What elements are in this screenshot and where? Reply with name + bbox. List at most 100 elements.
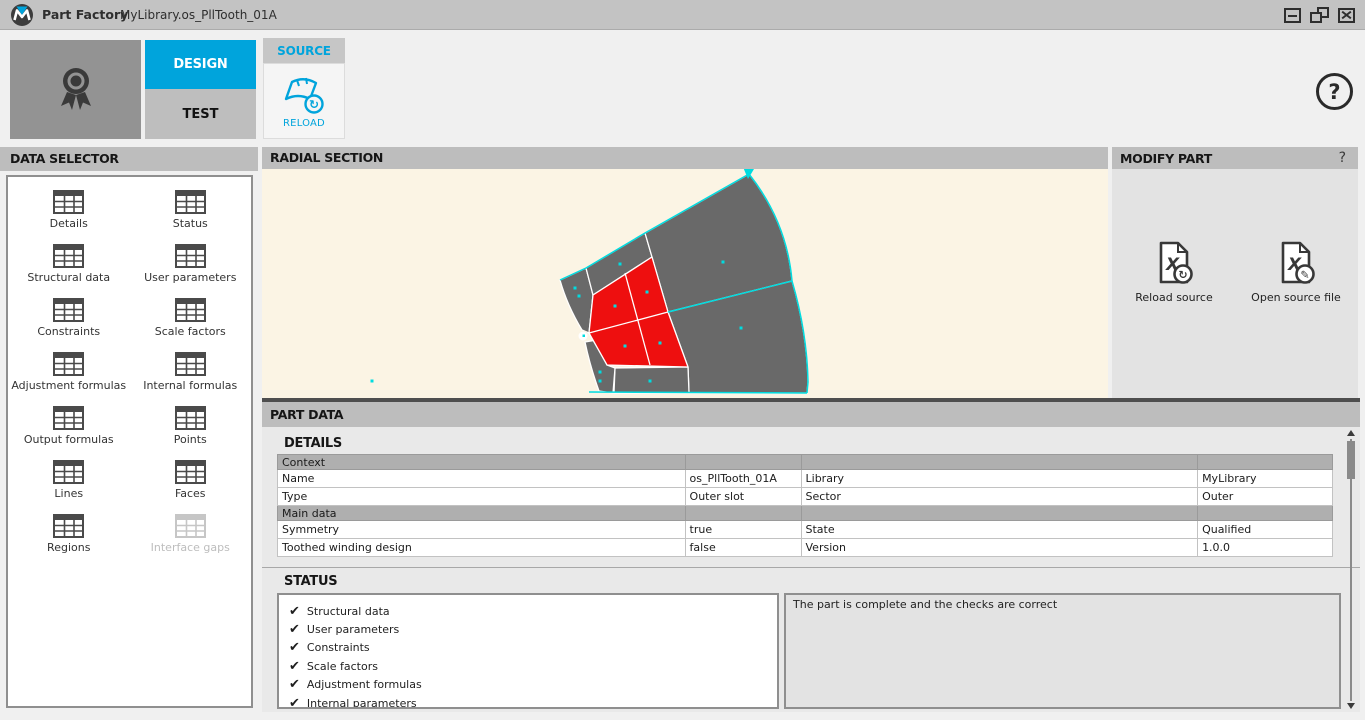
table-group-header: Context (278, 455, 1333, 470)
table-row: SymmetrytrueStateQualified (278, 521, 1333, 539)
table-cell: Outer (1198, 488, 1333, 506)
source-file-icon: X ✎ (1276, 241, 1316, 285)
medal-icon (52, 61, 100, 119)
panel-help-icon[interactable]: ? (1339, 147, 1346, 169)
source-group-title: SOURCE (263, 38, 345, 63)
selector-item-label: User parameters (144, 272, 236, 284)
title-bar: Part Factory MyLibrary.os_PllTooth_01A (0, 0, 1365, 30)
selector-item-label: Status (173, 218, 208, 230)
table-cell: 1.0.0 (1198, 539, 1333, 557)
table-row: Toothed winding designfalseVersion1.0.0 (278, 539, 1333, 557)
radial-section-canvas[interactable] (262, 169, 1108, 398)
check-icon: ✔ (289, 659, 300, 674)
button-label: Open source file (1251, 291, 1341, 304)
modify-part-panel: X ↻Reload source X ✎ Open source file (1112, 169, 1358, 398)
table-cell: State (801, 521, 1198, 539)
status-check-item: ✔Scale factors (289, 657, 767, 675)
selector-item-details[interactable]: Details (8, 190, 130, 230)
reload-source-button[interactable]: X ↻Reload source (1118, 241, 1230, 304)
selector-item-label: Points (174, 434, 207, 446)
open-source-file-button[interactable]: X ✎ Open source file (1240, 241, 1352, 304)
reload-label: RELOAD (283, 118, 325, 129)
data-selector-panel: Details Status Structural data User para… (6, 175, 253, 708)
details-table: ContextNameos_PllTooth_01ALibraryMyLibra… (277, 454, 1333, 557)
document-name: MyLibrary.os_PllTooth_01A (120, 0, 277, 30)
table-cell: Outer slot (685, 488, 801, 506)
data-selector-header: DATA SELECTOR (0, 147, 258, 171)
selector-item-label: Constraints (37, 326, 100, 338)
table-icon (175, 244, 206, 268)
status-check-item: ✔User parameters (289, 620, 767, 638)
status-message-box: The part is complete and the checks are … (784, 593, 1341, 709)
table-icon (53, 190, 84, 214)
table-icon (53, 514, 84, 538)
reload-tooth-icon: ↻ (280, 74, 328, 116)
reload-source-ribbon-button[interactable]: ↻ RELOAD (263, 63, 345, 139)
table-icon (175, 514, 206, 538)
tab-design[interactable]: DESIGN (145, 40, 256, 89)
selector-item-label: Interface gaps (151, 542, 230, 554)
app-logo-icon (10, 3, 34, 27)
svg-text:↻: ↻ (309, 97, 319, 111)
restore-button[interactable] (1310, 7, 1329, 23)
selector-item-interface-gaps: Interface gaps (130, 514, 252, 554)
part-factory-window: Part Factory MyLibrary.os_PllTooth_01A D… (0, 0, 1365, 720)
check-icon: ✔ (289, 640, 300, 655)
selector-item-constraints[interactable]: Constraints (8, 298, 130, 338)
selector-item-regions[interactable]: Regions (8, 514, 130, 554)
qualified-badge (10, 40, 141, 139)
scroll-up-icon[interactable] (1347, 430, 1355, 436)
status-check-item: ✔Constraints (289, 639, 767, 657)
selector-item-label: Details (50, 218, 88, 230)
help-icon[interactable]: ? (1316, 73, 1353, 110)
selector-item-internal-formulas[interactable]: Internal formulas (130, 352, 252, 392)
selector-item-label: Regions (47, 542, 90, 554)
check-icon: ✔ (289, 696, 300, 709)
selector-item-label: Adjustment formulas (11, 380, 126, 392)
svg-text:✎: ✎ (1300, 269, 1309, 282)
selector-item-label: Output formulas (24, 434, 114, 446)
table-row: Nameos_PllTooth_01ALibraryMyLibrary (278, 470, 1333, 488)
selector-item-label: Lines (54, 488, 83, 500)
tab-test[interactable]: TEST (145, 89, 256, 139)
table-cell: true (685, 521, 801, 539)
selector-item-output-formulas[interactable]: Output formulas (8, 406, 130, 446)
scroll-down-icon[interactable] (1347, 703, 1355, 709)
selector-item-user-parameters[interactable]: User parameters (130, 244, 252, 284)
window-controls (1284, 7, 1355, 23)
selector-item-scale-factors[interactable]: Scale factors (130, 298, 252, 338)
section-divider (262, 567, 1360, 568)
table-icon (53, 352, 84, 376)
selector-item-lines[interactable]: Lines (8, 460, 130, 500)
selector-item-faces[interactable]: Faces (130, 460, 252, 500)
minimize-button[interactable] (1284, 8, 1301, 23)
table-icon (175, 352, 206, 376)
selector-item-label: Faces (175, 488, 206, 500)
table-cell: Type (278, 488, 686, 506)
table-cell: Name (278, 470, 686, 488)
table-cell: false (685, 539, 801, 557)
source-file-icon: X ↻ (1154, 241, 1194, 285)
selector-item-label: Internal formulas (143, 380, 237, 392)
selector-item-points[interactable]: Points (130, 406, 252, 446)
table-group-header: Main data (278, 506, 1333, 521)
selector-item-structural-data[interactable]: Structural data (8, 244, 130, 284)
svg-text:↻: ↻ (1178, 269, 1187, 282)
selector-item-label: Structural data (27, 272, 110, 284)
table-cell: MyLibrary (1198, 470, 1333, 488)
selector-item-status[interactable]: Status (130, 190, 252, 230)
part-data-header: PART DATA (262, 402, 1360, 427)
vertical-scrollbar[interactable] (1344, 429, 1358, 710)
part-data-panel: DETAILS ContextNameos_PllTooth_01ALibrar… (262, 427, 1360, 712)
selector-item-adjustment-formulas[interactable]: Adjustment formulas (8, 352, 130, 392)
check-icon: ✔ (289, 604, 300, 619)
table-row: TypeOuter slotSectorOuter (278, 488, 1333, 506)
scrollbar-thumb[interactable] (1347, 441, 1355, 479)
close-button[interactable] (1338, 8, 1355, 23)
table-cell: Toothed winding design (278, 539, 686, 557)
details-heading: DETAILS (284, 436, 342, 451)
status-check-item: ✔Internal parameters (289, 694, 767, 709)
modify-part-title: MODIFY PART (1112, 151, 1212, 166)
table-icon (175, 190, 206, 214)
modify-part-header: MODIFY PART ? (1112, 147, 1358, 169)
